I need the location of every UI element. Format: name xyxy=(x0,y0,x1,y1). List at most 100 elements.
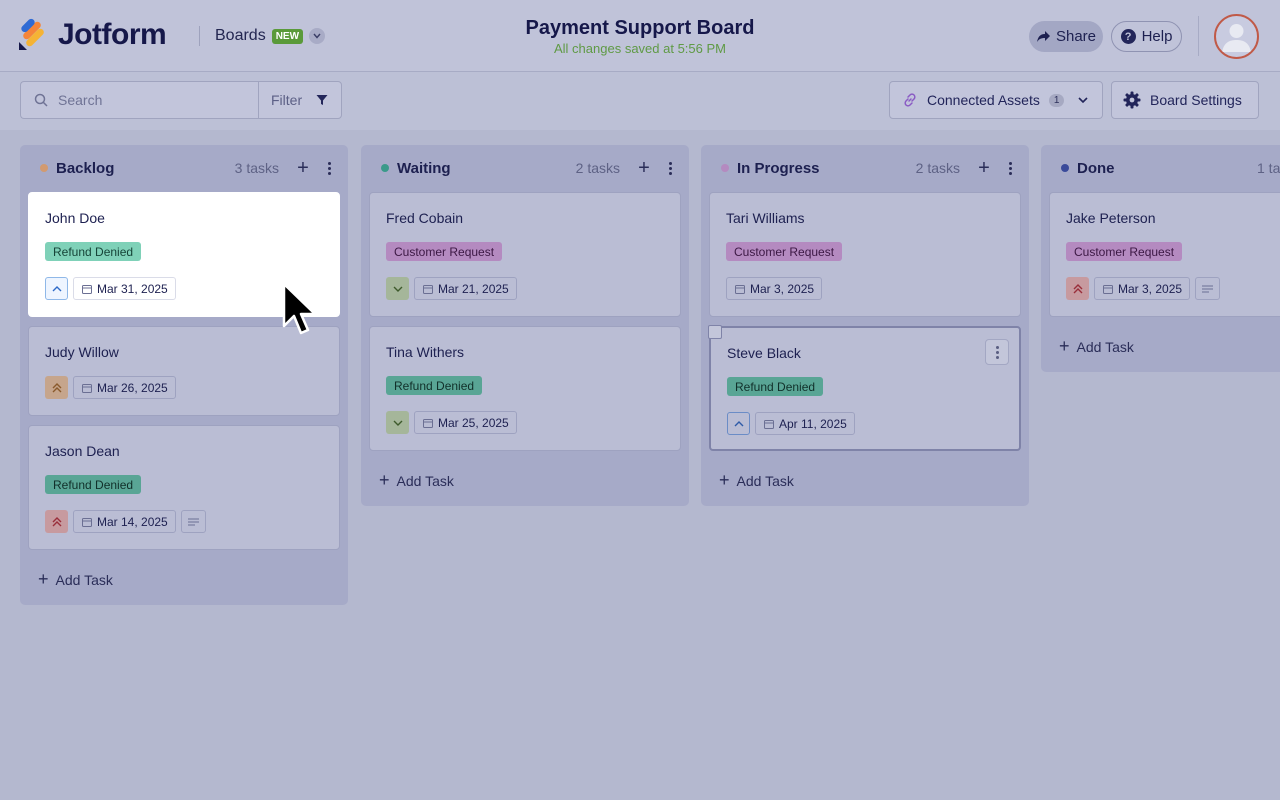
due-date-text: Mar 3, 2025 xyxy=(750,281,815,296)
save-status: All changes saved at 5:56 PM xyxy=(554,41,726,56)
add-task-label: Add Task xyxy=(55,571,113,588)
add-task-label: Add Task xyxy=(736,472,794,489)
kebab-menu-icon[interactable] xyxy=(985,339,1009,365)
task-name: Jason Dean xyxy=(45,443,120,459)
column-status-dot xyxy=(721,164,729,172)
new-badge: NEW xyxy=(271,28,304,44)
task-name: Tina Withers xyxy=(386,344,465,360)
due-date[interactable]: Mar 21, 2025 xyxy=(414,277,517,300)
due-date[interactable]: Mar 3, 2025 xyxy=(1094,277,1191,300)
share-button[interactable]: Share xyxy=(1029,21,1103,52)
task-card[interactable]: Jason Dean Refund Denied Mar 14, 2025 xyxy=(28,425,340,550)
search-icon xyxy=(34,93,48,107)
add-task-button[interactable]: + Add Task xyxy=(719,470,794,491)
boards-label: Boards xyxy=(215,27,266,44)
due-date[interactable]: Mar 25, 2025 xyxy=(414,411,517,434)
filter-funnel-icon xyxy=(316,95,328,105)
task-card[interactable]: Tari Williams Customer Request Mar 3, 20… xyxy=(709,192,1021,317)
task-name: Jake Peterson xyxy=(1066,210,1156,226)
app-header: Jotform Boards NEW Payment Support Board… xyxy=(0,0,1280,72)
tag-label: Refund Denied xyxy=(45,242,142,261)
priority-icon[interactable] xyxy=(386,277,409,300)
priority-icon[interactable] xyxy=(45,376,68,399)
page-title[interactable]: Payment Support Board xyxy=(440,17,840,40)
connected-assets-button[interactable]: Connected Assets 1 xyxy=(889,81,1103,119)
due-date[interactable]: Mar 14, 2025 xyxy=(73,510,176,533)
task-meta: Mar 14, 2025 xyxy=(45,510,206,533)
task-card[interactable]: Jake Peterson Customer Request Mar 3, 20… xyxy=(1049,192,1280,317)
due-date[interactable]: Mar 3, 2025 xyxy=(726,277,823,300)
due-date-text: Mar 26, 2025 xyxy=(97,380,168,395)
tag-label: Customer Request xyxy=(726,242,843,261)
tag-label: Refund Denied xyxy=(727,377,824,396)
task-meta: Mar 26, 2025 xyxy=(45,376,176,399)
column-title[interactable]: In Progress xyxy=(737,160,916,177)
due-date-text: Mar 25, 2025 xyxy=(438,415,509,430)
priority-icon[interactable] xyxy=(1066,277,1089,300)
priority-icon[interactable] xyxy=(386,411,409,434)
kebab-menu-icon[interactable] xyxy=(324,161,334,175)
board-title-area: Payment Support Board All changes saved … xyxy=(440,17,840,56)
task-meta: Mar 21, 2025 xyxy=(386,277,517,300)
plus-icon[interactable]: + xyxy=(293,157,313,179)
calendar-icon xyxy=(82,383,92,393)
priority-icon[interactable] xyxy=(45,510,68,533)
description-lines-icon[interactable] xyxy=(1195,277,1221,300)
calendar-icon xyxy=(423,418,433,428)
filter-button[interactable]: Filter xyxy=(258,81,342,119)
column-task-count: 1 task xyxy=(1257,160,1280,176)
tag-label: Customer Request xyxy=(1066,242,1183,261)
column-header: In Progress 2 tasks + xyxy=(701,145,1029,191)
task-card[interactable]: Steve Black Refund Denied Apr 11, 2025 xyxy=(708,325,1021,451)
calendar-icon xyxy=(1103,284,1113,294)
chevron-down-icon[interactable] xyxy=(309,28,326,44)
priority-icon[interactable] xyxy=(45,277,68,300)
kebab-menu-icon[interactable] xyxy=(665,161,675,175)
kebab-menu-icon[interactable] xyxy=(1005,161,1015,175)
user-avatar-icon xyxy=(1222,24,1251,52)
jotform-logo[interactable]: Jotform xyxy=(18,18,167,52)
column-waiting: Waiting 2 tasks + Fred Cobain Customer R… xyxy=(361,145,689,506)
plus-icon[interactable]: + xyxy=(974,157,994,179)
due-date-text: Mar 21, 2025 xyxy=(438,281,509,296)
board-settings-button[interactable]: Board Settings xyxy=(1111,81,1259,119)
column-title[interactable]: Backlog xyxy=(56,160,235,177)
due-date[interactable]: Mar 31, 2025 xyxy=(73,277,176,300)
due-date[interactable]: Mar 26, 2025 xyxy=(73,376,176,399)
jotform-logo-icon xyxy=(19,18,44,50)
due-date-text: Mar 31, 2025 xyxy=(97,281,168,296)
board-settings-label: Board Settings xyxy=(1150,92,1242,108)
add-task-button[interactable]: + Add Task xyxy=(38,569,113,590)
column-in-progress: In Progress 2 tasks + Tari Williams Cust… xyxy=(701,145,1029,506)
add-task-button[interactable]: + Add Task xyxy=(1059,336,1134,357)
share-label: Share xyxy=(1055,28,1097,45)
priority-icon[interactable] xyxy=(727,412,750,435)
column-status-dot xyxy=(40,164,48,172)
task-name: Judy Willow xyxy=(45,344,119,360)
column-title[interactable]: Waiting xyxy=(397,160,576,177)
avatar[interactable] xyxy=(1214,14,1259,59)
due-date-text: Mar 3, 2025 xyxy=(1118,281,1183,296)
connected-assets-count: 1 xyxy=(1048,93,1065,107)
logo-text: Jotform xyxy=(58,18,167,51)
task-card[interactable]: Tina Withers Refund Denied Mar 25, 2025 xyxy=(369,326,681,451)
task-meta: Mar 3, 2025 xyxy=(1066,277,1221,300)
calendar-icon xyxy=(735,284,745,294)
due-date[interactable]: Apr 11, 2025 xyxy=(755,412,855,435)
description-lines-icon[interactable] xyxy=(180,510,206,533)
column-title[interactable]: Done xyxy=(1077,160,1257,177)
add-task-button[interactable]: + Add Task xyxy=(379,470,454,491)
boards-switcher[interactable]: Boards NEW xyxy=(215,27,326,45)
help-button[interactable]: ? Help xyxy=(1111,21,1182,52)
task-card[interactable]: Fred Cobain Customer Request Mar 21, 202… xyxy=(369,192,681,317)
plus-icon[interactable]: + xyxy=(634,157,654,179)
card-select-checkbox[interactable] xyxy=(708,325,722,339)
task-name: Steve Black xyxy=(727,345,801,361)
tag-label: Refund Denied xyxy=(386,376,483,395)
search-input[interactable]: Search xyxy=(20,81,259,119)
column-task-count: 2 tasks xyxy=(915,160,960,176)
column-done: Done 1 task Jake Peterson Customer Reque… xyxy=(1041,145,1280,372)
task-card[interactable]: Judy Willow Mar 26, 2025 xyxy=(28,326,340,416)
chevron-down-icon xyxy=(1078,96,1088,103)
calendar-icon xyxy=(423,284,433,294)
